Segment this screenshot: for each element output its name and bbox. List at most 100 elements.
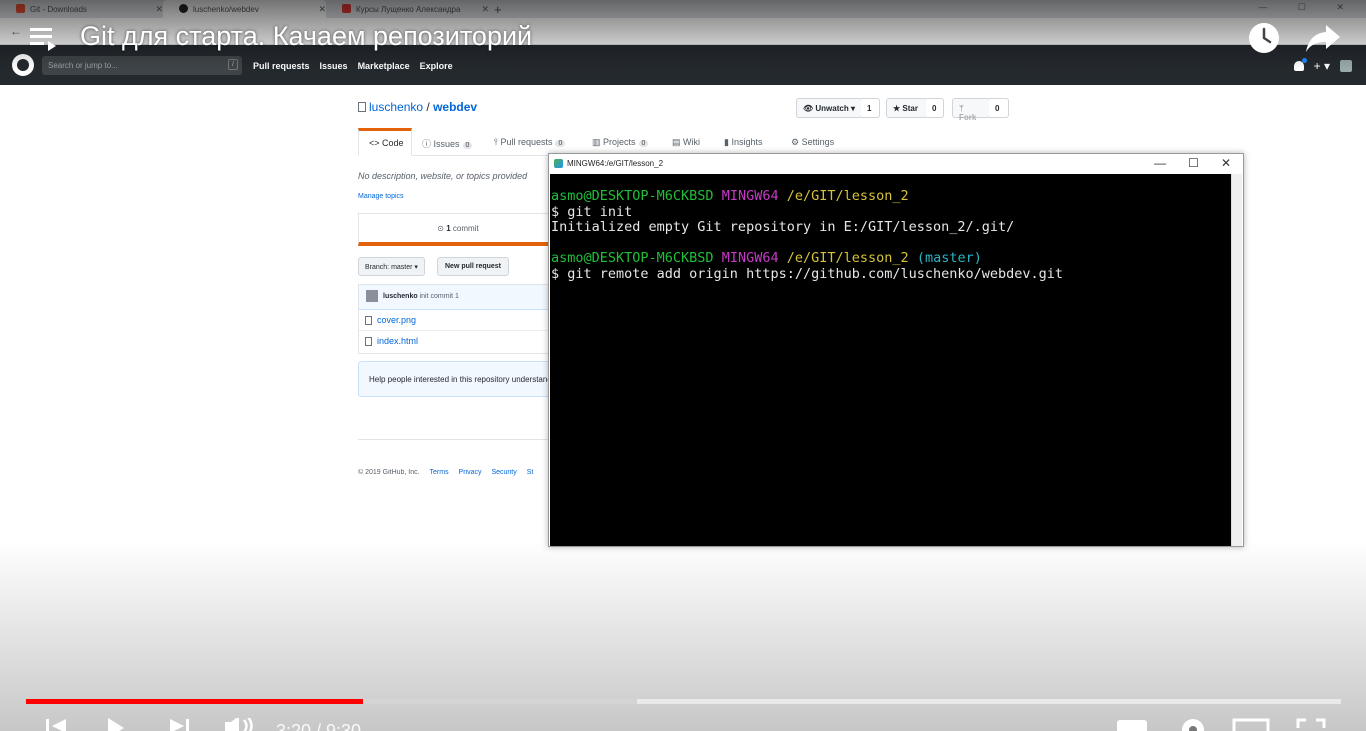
terminal-output[interactable]: asmo@DESKTOP-M6CKBSD MINGW64 /e/GIT/less… xyxy=(550,174,1232,546)
minimize-button[interactable]: — xyxy=(1154,156,1166,170)
prompt-path: /e/GIT/lesson_2 xyxy=(786,188,909,204)
fork-count[interactable]: 0 xyxy=(989,98,1009,118)
browser-tab-git-downloads[interactable]: Git - Downloads ✕ xyxy=(0,0,163,18)
video-progress-bar[interactable] xyxy=(26,699,1341,704)
footer-link-security[interactable]: Security xyxy=(491,469,516,476)
close-icon[interactable]: ✕ xyxy=(318,4,326,15)
tab-insights[interactable]: ▮ Insights xyxy=(724,128,763,156)
fork-button[interactable]: ᛘ Fork xyxy=(952,98,990,122)
commits-label[interactable]: commit xyxy=(453,224,479,233)
play-icon[interactable] xyxy=(104,718,128,731)
repo-name-link[interactable]: webdev xyxy=(433,100,477,114)
footer-copyright: © 2019 GitHub, Inc. xyxy=(358,469,420,476)
issue-opened-icon: ⓘ xyxy=(422,139,432,149)
repo-title: luschenko / webdev xyxy=(358,100,477,114)
avatar[interactable] xyxy=(1340,60,1352,72)
repo-nav-tabs: <> Code ⓘ Issues 0 ⫯ Pull requests 0 ▥ Pro… xyxy=(358,128,1010,156)
file-name[interactable]: index.html xyxy=(377,336,418,346)
close-icon[interactable]: ✕ xyxy=(481,4,489,15)
terminal-scrollbar[interactable] xyxy=(1231,174,1242,546)
previous-icon[interactable] xyxy=(44,718,68,731)
back-arrow-icon[interactable]: ← xyxy=(10,24,22,38)
footer-link-privacy[interactable]: Privacy xyxy=(459,469,482,476)
new-tab-button[interactable]: + xyxy=(494,2,502,17)
nav-pull-requests[interactable]: Pull requests xyxy=(253,61,310,71)
watch-count[interactable]: 1 xyxy=(861,98,880,118)
terminal-window[interactable]: MINGW64:/e/GIT/lesson_2 — ☐ ✕ asmo@DESKT… xyxy=(548,153,1244,547)
terminal-title: MINGW64:/e/GIT/lesson_2 xyxy=(567,159,664,168)
window-controls[interactable]: — ☐ ✕ xyxy=(1258,2,1358,13)
watch-later-clock-icon[interactable] xyxy=(1247,21,1281,55)
git-pull-request-icon: ⫯ xyxy=(494,137,498,147)
playlist-menu-icon[interactable] xyxy=(30,28,58,51)
volume-icon[interactable] xyxy=(222,718,256,731)
maximize-button[interactable]: ☐ xyxy=(1188,156,1199,170)
tab-projects[interactable]: ▥ Projects 0 xyxy=(592,128,649,156)
tab-settings[interactable]: ⚙ Settings xyxy=(791,128,834,156)
file-row[interactable]: cover.png xyxy=(359,310,557,331)
tab-label: Wiki xyxy=(683,137,701,147)
github-footer: © 2019 GitHub, Inc. Terms Privacy Securi… xyxy=(358,469,548,476)
avatar[interactable] xyxy=(366,290,378,302)
mingw-icon xyxy=(554,159,563,168)
prompt-user: asmo@DESKTOP-M6CKBSD xyxy=(551,250,714,266)
progress-played xyxy=(26,699,363,704)
repo-book-icon xyxy=(358,102,366,112)
tab-label: Projects xyxy=(603,137,636,147)
manage-topics-link[interactable]: Manage topics xyxy=(358,193,404,200)
graph-icon: ▮ xyxy=(724,137,729,147)
footer-link-terms[interactable]: Terms xyxy=(430,469,449,476)
close-button[interactable]: ✕ xyxy=(1221,156,1231,170)
create-new-menu[interactable]: + ▾ xyxy=(1314,59,1330,73)
fork-label: Fork xyxy=(959,113,977,122)
browser-tab-github-repo[interactable]: luschenko/webdev ✕ xyxy=(163,0,326,18)
repo-owner-link[interactable]: luschenko xyxy=(369,100,423,114)
terminal-titlebar[interactable]: MINGW64:/e/GIT/lesson_2 — ☐ ✕ xyxy=(549,154,1243,174)
commit-message[interactable]: init commit 1 xyxy=(420,293,459,300)
tab-wiki[interactable]: ▤ Wiki xyxy=(672,128,700,156)
next-icon[interactable] xyxy=(168,718,192,731)
video-title[interactable]: Git для старта. Качаем репозиторий xyxy=(80,21,532,52)
settings-gear-icon[interactable] xyxy=(1178,718,1208,731)
branch-select-button[interactable]: Branch: master ▾ xyxy=(358,257,425,276)
video-player[interactable]: Git - Downloads ✕ luschenko/webdev ✕ Кур… xyxy=(0,0,1366,731)
file-name[interactable]: cover.png xyxy=(377,315,416,325)
star-count[interactable]: 0 xyxy=(926,98,944,118)
nav-explore[interactable]: Explore xyxy=(420,61,453,71)
git-favicon-icon xyxy=(16,4,25,13)
browser-tab-courses[interactable]: Курсы Лущенко Александра ✕ xyxy=(326,0,489,18)
github-nav: Pull requests Issues Marketplace Explore xyxy=(253,61,453,71)
tab-label: Settings xyxy=(801,137,835,147)
tab-issues[interactable]: ⓘ Issues 0 xyxy=(422,128,473,156)
new-pull-request-button[interactable]: New pull request xyxy=(437,257,510,276)
file-icon xyxy=(365,337,372,346)
footer-link-status[interactable]: St xyxy=(527,469,534,476)
project-icon: ▥ xyxy=(592,137,601,147)
file-row[interactable]: index.html xyxy=(359,331,557,352)
last-commit-bar: luschenko init commit 1 xyxy=(359,285,557,310)
commits-count[interactable]: 1 xyxy=(446,224,450,233)
prompt-line: asmo@DESKTOP-M6CKBSD MINGW64 /e/GIT/less… xyxy=(551,188,1232,205)
share-arrow-icon[interactable] xyxy=(1304,21,1342,55)
file-icon xyxy=(365,316,372,325)
courses-favicon-icon xyxy=(342,4,351,13)
star-button[interactable]: ★ Star xyxy=(886,98,927,118)
notification-bell-icon[interactable] xyxy=(1293,58,1307,71)
book-icon: ▤ xyxy=(672,137,681,147)
close-icon[interactable]: ✕ xyxy=(155,4,163,15)
tab-code[interactable]: <> Code xyxy=(358,128,412,156)
fullscreen-icon[interactable] xyxy=(1296,718,1326,731)
miniplayer-icon[interactable] xyxy=(1232,718,1270,731)
github-search-input[interactable]: Search or jump to... / xyxy=(42,56,242,75)
nav-marketplace[interactable]: Marketplace xyxy=(358,61,410,71)
tab-pull-requests[interactable]: ⫯ Pull requests 0 xyxy=(494,128,566,156)
fork-icon: ᛘ xyxy=(959,104,964,113)
nav-issues[interactable]: Issues xyxy=(320,61,348,71)
commit-author[interactable]: luschenko xyxy=(383,293,418,300)
chapter-chevron-icon[interactable]: ⌄ xyxy=(676,722,688,731)
subtitles-icon[interactable] xyxy=(1116,718,1148,731)
github-logo-icon[interactable] xyxy=(12,54,34,76)
unwatch-button[interactable]: 👁 Unwatch ▾ xyxy=(796,98,862,118)
prompt-user: asmo@DESKTOP-M6CKBSD xyxy=(551,188,714,204)
